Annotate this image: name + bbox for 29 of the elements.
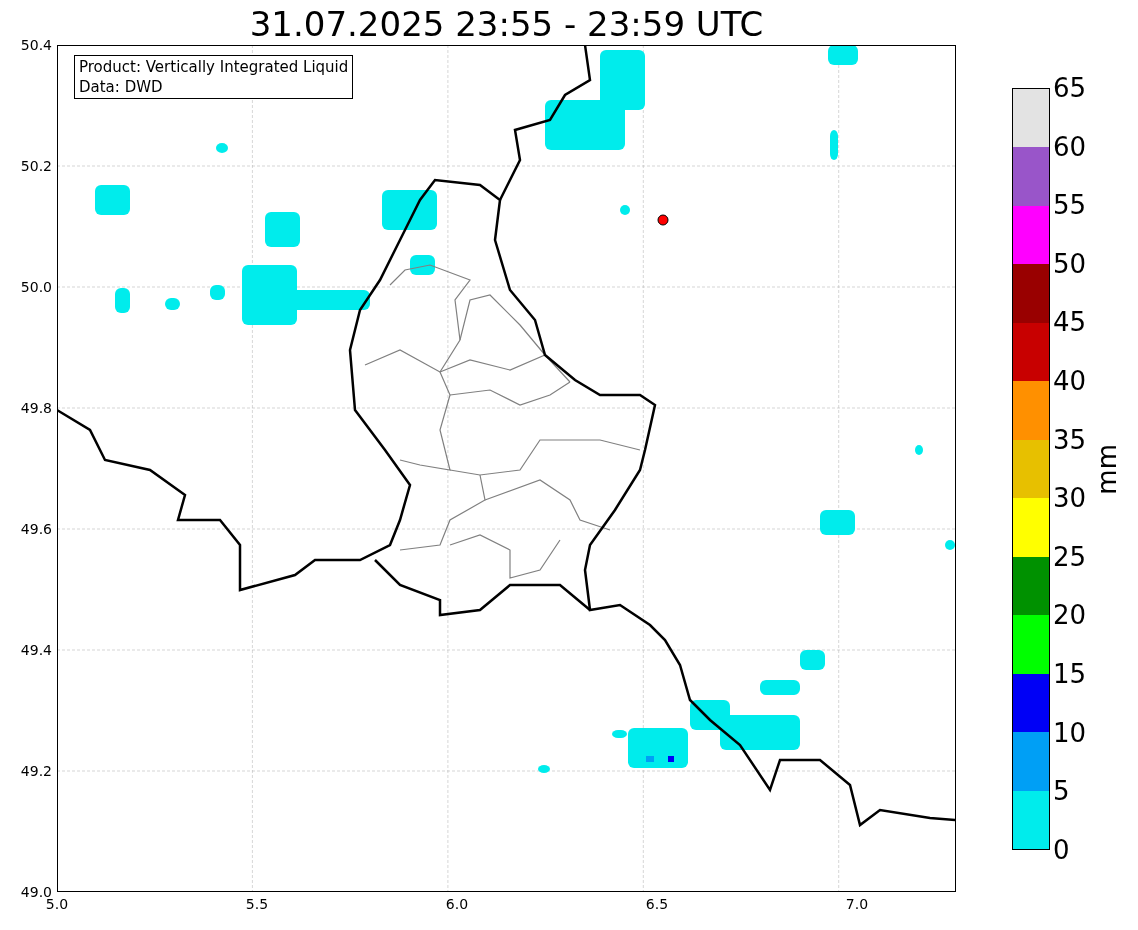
colorbar-tick-label: 55 [1053,190,1087,221]
colorbar-tick-label: 10 [1053,717,1087,748]
y-tick-label: 50.0 [20,279,52,295]
colorbar-label: mm [1092,443,1123,495]
x-tick-label: 7.0 [844,896,870,912]
colorbar-tick-label: 65 [1053,73,1087,103]
colorbar-tick-label: 20 [1053,600,1087,631]
colorbar-tick-label: 25 [1053,541,1087,572]
x-tick-label: 5.5 [244,896,270,912]
x-tick-label: 6.0 [444,896,470,912]
colorbar-tick-label: 15 [1053,659,1087,690]
y-tick-label: 49.2 [20,763,52,779]
legend-text: Data: DWD [79,77,164,97]
legend-text: Product: Vertically Integrated Liquid [79,57,349,77]
x-tick-label: 6.5 [644,896,670,912]
y-tick-label: 49.6 [20,521,52,537]
colorbar-tick-label: 0 [1053,834,1071,865]
colorbar-tick-label: 5 [1053,776,1071,807]
y-tick-label: 49.4 [20,642,52,658]
colorbar-tick-label: 45 [1053,307,1087,338]
colorbar-tick-label: 35 [1053,424,1087,455]
colorbar-tick-label: 50 [1053,248,1087,279]
colorbar-tick-label: 60 [1053,131,1087,162]
y-tick-label: 50.4 [20,37,52,53]
chart-title: 31.07.2025 23:55 - 23:59 UTC [249,3,764,45]
y-tick-label: 50.2 [20,158,52,174]
colorbar-tick-label: 40 [1053,366,1087,397]
colorbar-tick-label: 30 [1053,483,1087,514]
y-tick-label: 49.8 [20,400,52,416]
